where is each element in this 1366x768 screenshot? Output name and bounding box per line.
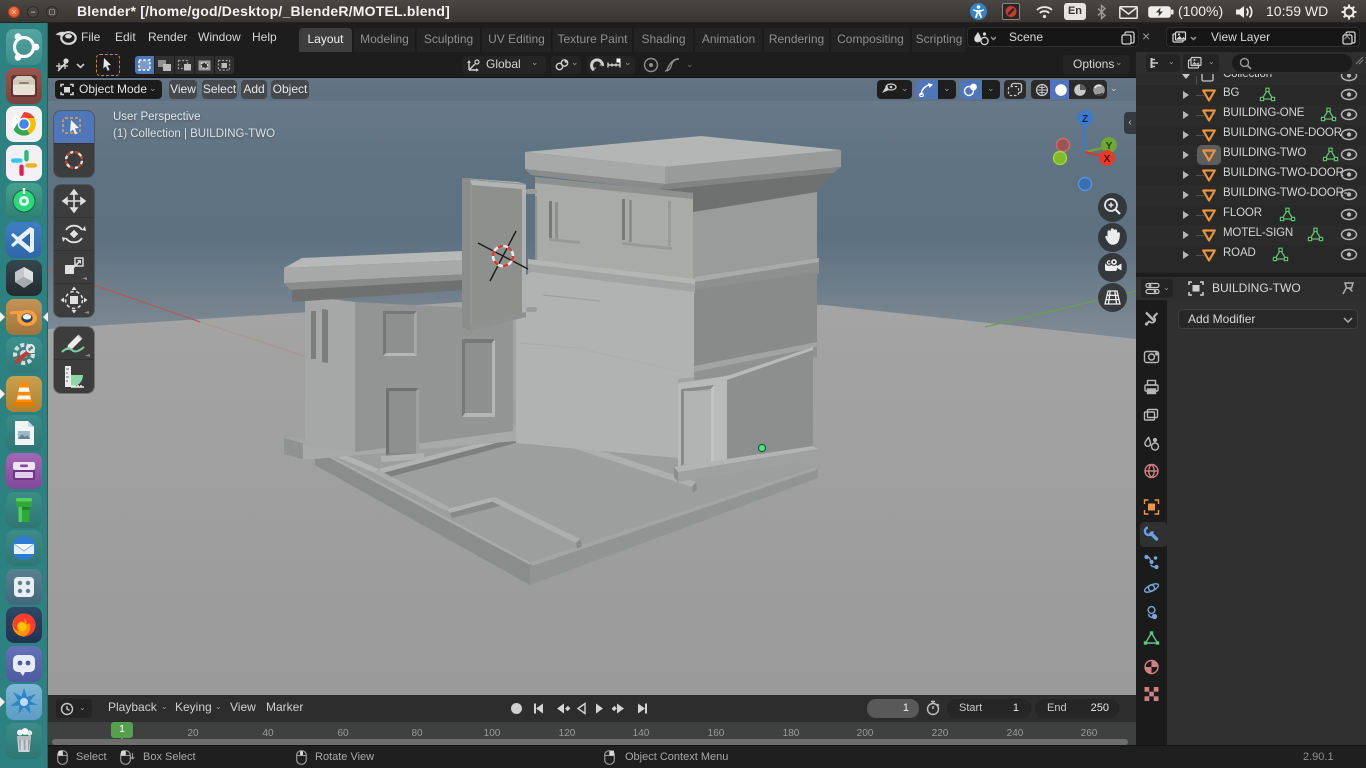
svg-text:Z: Z bbox=[1082, 114, 1088, 125]
svg-text:X: X bbox=[1104, 154, 1111, 165]
